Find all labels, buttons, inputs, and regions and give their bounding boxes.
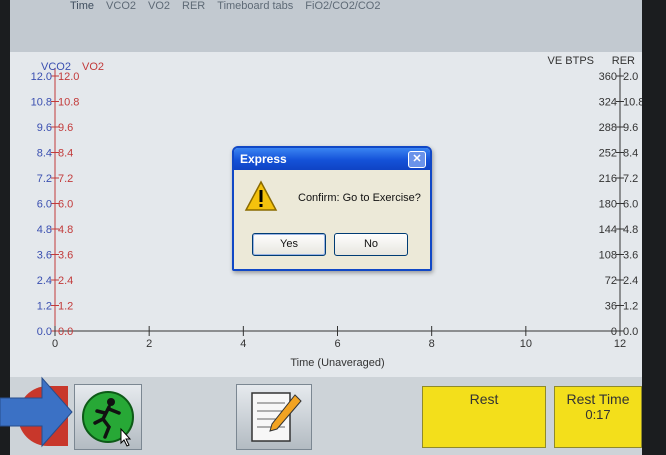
ve-tick-label: 360 — [599, 71, 617, 83]
vo2-tick-label: 6.0 — [58, 199, 73, 211]
tab-rer[interactable]: RER — [182, 0, 205, 14]
close-icon[interactable]: ✕ — [408, 151, 426, 168]
vco2-tick-label: 7.2 — [37, 173, 52, 185]
rest-time-label: Rest Time — [566, 391, 630, 407]
rer-tick-label: 8.4 — [623, 148, 638, 160]
vo2-tick-label: 10.8 — [58, 97, 79, 109]
vco2-tick-label: 8.4 — [37, 148, 52, 160]
vco2-tick-label: 0.0 — [37, 326, 52, 338]
ve-tick-label: 252 — [599, 148, 617, 160]
x-tick-label: 8 — [429, 338, 435, 350]
rest-time-value: 0:17 — [585, 407, 611, 422]
rer-tick-label: 2.4 — [623, 275, 638, 287]
tab-fio2[interactable]: FiO2/CO2/CO2 — [305, 0, 380, 14]
right-axis-title-ve: VE BTPS — [548, 55, 594, 67]
tab-vo2[interactable]: VO2 — [148, 0, 170, 14]
vco2-tick-label: 6.0 — [37, 199, 52, 211]
top-toolbar: Time VCO2 VO2 RER Timeboard tabs FiO2/CO… — [10, 0, 642, 52]
tab-time[interactable]: Time — [70, 0, 94, 14]
x-tick-label: 4 — [240, 338, 246, 350]
vco2-tick-label: 2.4 — [37, 275, 52, 287]
yes-button[interactable]: Yes — [252, 233, 326, 256]
rer-tick-label: 1.2 — [623, 301, 638, 313]
vo2-tick-label: 8.4 — [58, 148, 73, 160]
ve-tick-label: 144 — [599, 224, 617, 236]
warning-icon — [244, 180, 278, 211]
x-axis-label: Time (Unaveraged) — [290, 357, 384, 369]
notes-button[interactable] — [236, 384, 312, 450]
rer-tick-label: 6.0 — [623, 199, 638, 211]
phase-label: Rest — [469, 391, 499, 407]
x-tick-label: 10 — [520, 338, 532, 350]
bottom-toolbar: Rest Rest Time 0:17 — [10, 377, 642, 455]
rer-tick-label: 2.0 — [623, 71, 638, 83]
tab-vco2[interactable]: VCO2 — [106, 0, 136, 14]
right-axis-title-rer: RER — [612, 55, 635, 67]
rer-tick-label: 4.8 — [623, 224, 638, 236]
vo2-tick-label: 1.2 — [58, 301, 73, 313]
x-tick-label: 2 — [146, 338, 152, 350]
vco2-tick-label: 4.8 — [37, 224, 52, 236]
ve-tick-label: 72 — [605, 275, 617, 287]
rer-tick-label: 7.2 — [623, 173, 638, 185]
x-tick-label: 0 — [52, 338, 58, 350]
dialog-titlebar: Express ✕ — [234, 148, 430, 170]
parameter-tabs: Time VCO2 VO2 RER Timeboard tabs FiO2/CO… — [70, 0, 380, 14]
phase-panel: Rest — [422, 386, 546, 448]
ve-tick-label: 216 — [599, 173, 617, 185]
vo2-tick-label: 0.0 — [58, 326, 73, 338]
x-tick-label: 12 — [614, 338, 626, 350]
confirm-dialog: Express ✕ Confirm: Go to Exercise? Yes N… — [232, 146, 432, 271]
vco2-tick-label: 3.6 — [37, 250, 52, 262]
rer-tick-label: 10.8 — [623, 97, 642, 109]
rest-time-panel: Rest Time 0:17 — [554, 386, 642, 448]
vo2-tick-label: 7.2 — [58, 173, 73, 185]
app-screen: Time VCO2 VO2 RER Timeboard tabs FiO2/CO… — [10, 0, 642, 455]
running-man-icon — [82, 391, 134, 447]
vo2-tick-label: 9.6 — [58, 122, 73, 134]
dialog-message: Confirm: Go to Exercise? — [298, 192, 421, 204]
x-tick-label: 6 — [334, 338, 340, 350]
vo2-tick-label: 2.4 — [58, 275, 73, 287]
tab-timeboard[interactable]: Timeboard tabs — [217, 0, 293, 14]
left-axis-title-vo2: VO2 — [82, 61, 104, 73]
vco2-tick-label: 12.0 — [31, 71, 52, 83]
ve-tick-label: 180 — [599, 199, 617, 211]
rer-tick-label: 9.6 — [623, 122, 638, 134]
vo2-tick-label: 12.0 — [58, 71, 79, 83]
ve-tick-label: 108 — [599, 250, 617, 262]
ve-tick-label: 324 — [599, 97, 617, 109]
vo2-tick-label: 3.6 — [58, 250, 73, 262]
ve-tick-label: 288 — [599, 122, 617, 134]
dialog-title: Express — [240, 152, 287, 166]
exercise-button[interactable] — [74, 384, 142, 450]
rer-tick-label: 0.0 — [623, 326, 638, 338]
notepad-pencil-icon — [251, 392, 302, 442]
vo2-tick-label: 4.8 — [58, 224, 73, 236]
vco2-tick-label: 9.6 — [37, 122, 52, 134]
rer-tick-label: 3.6 — [623, 250, 638, 262]
ve-tick-label: 36 — [605, 301, 617, 313]
ve-tick-label: 0 — [611, 326, 617, 338]
vco2-tick-label: 1.2 — [37, 301, 52, 313]
no-button[interactable]: No — [334, 233, 408, 256]
annotation-arrow-icon — [0, 376, 73, 448]
vco2-tick-label: 10.8 — [31, 97, 52, 109]
